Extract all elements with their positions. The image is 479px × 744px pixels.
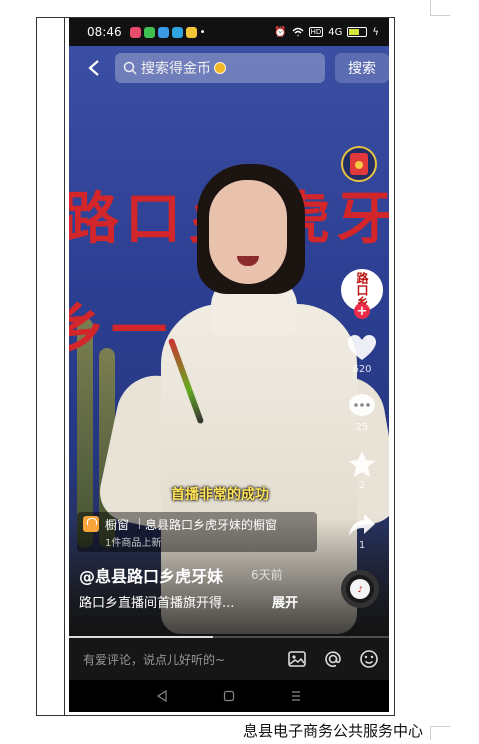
share-button[interactable]: 1 xyxy=(339,512,385,551)
wifi-icon xyxy=(292,27,304,37)
heart-icon xyxy=(348,335,376,360)
status-bar: 08:46 • ⏰ HD 4G ϟ xyxy=(69,18,389,46)
nav-home-icon[interactable] xyxy=(223,690,235,702)
corner-mark-top xyxy=(430,0,450,16)
image-icon[interactable] xyxy=(287,649,307,669)
person-face xyxy=(209,180,287,284)
share-icon xyxy=(349,514,375,536)
hd-icon: HD xyxy=(308,27,324,37)
shop-window-card[interactable]: 橱窗 息县路口乡虎牙妹的橱窗 1件商品上新 xyxy=(77,512,317,552)
red-envelope-icon xyxy=(350,153,368,175)
like-button[interactable]: 620 xyxy=(339,334,385,375)
comment-bar: 有爱评论，说点儿好听的~ xyxy=(69,638,389,680)
author-name[interactable]: @息县路口乡虎牙妹 xyxy=(79,563,223,587)
alarm-icon: ⏰ xyxy=(274,26,287,38)
app-icon-red xyxy=(129,26,141,38)
app-icon-green xyxy=(143,26,155,38)
comment-input[interactable]: 有爱评论，说点儿好听的~ xyxy=(83,651,225,668)
shopping-bag-icon xyxy=(83,516,99,532)
like-count: 620 xyxy=(352,364,372,375)
comment-button[interactable]: 25 xyxy=(339,392,385,433)
signal-icon: 4G xyxy=(328,26,343,38)
coin-icon xyxy=(214,62,226,74)
shop-label: 橱窗 xyxy=(105,518,130,532)
more-notifications-dot: • xyxy=(199,26,206,38)
back-button[interactable] xyxy=(77,51,111,85)
emoji-icon[interactable] xyxy=(359,649,379,669)
nav-menu-icon[interactable] xyxy=(290,690,302,702)
app-icon-yellow xyxy=(185,26,197,38)
chevron-left-icon xyxy=(88,60,99,76)
comment-icon xyxy=(349,394,375,416)
music-disc-button[interactable]: ♪ xyxy=(341,570,379,608)
follow-button[interactable]: + xyxy=(354,303,370,319)
battery-icon xyxy=(347,27,368,37)
video-subtitle: 首播非常的成功 xyxy=(171,487,269,503)
document-footer: 息县电子商务公共服务中心 xyxy=(243,722,424,740)
table-column-divider xyxy=(64,17,65,716)
mention-icon[interactable] xyxy=(323,649,343,669)
shop-divider xyxy=(139,518,140,529)
search-input[interactable]: 搜索得金币 xyxy=(115,53,325,83)
star-icon xyxy=(349,451,375,477)
status-time: 08:46 xyxy=(87,25,122,39)
shop-subtitle: 1件商品上新 xyxy=(105,538,162,549)
comment-count: 25 xyxy=(355,422,369,433)
search-placeholder: 搜索得金币 xyxy=(141,61,211,77)
favorite-button[interactable]: 2 xyxy=(339,450,385,491)
post-time: 6天前 xyxy=(251,568,283,582)
post-caption: 路口乡直播间首播旗开得... xyxy=(79,596,235,611)
charging-icon: ϟ xyxy=(372,26,379,38)
corner-mark-bottom xyxy=(430,726,450,740)
nav-back-icon[interactable] xyxy=(156,690,168,702)
share-count: 1 xyxy=(358,540,366,551)
search-button[interactable]: 搜索 xyxy=(335,53,389,83)
red-packet-button[interactable] xyxy=(341,146,377,182)
favorite-count: 2 xyxy=(358,480,366,491)
document-page: 08:46 • ⏰ HD 4G ϟ 路口乡 虎牙妹 乡一 xyxy=(0,0,479,744)
top-bar: 搜索得金币 搜索 xyxy=(69,46,389,90)
shop-name: 息县路口乡虎牙妹的橱窗 xyxy=(145,518,278,532)
search-icon xyxy=(123,61,137,75)
music-disc-avatar: ♪ xyxy=(350,579,370,599)
app-icon-telegram xyxy=(171,26,183,38)
app-icon-blue xyxy=(157,26,169,38)
phone-screenshot: 08:46 • ⏰ HD 4G ϟ 路口乡 虎牙妹 乡一 xyxy=(69,18,389,712)
banner-text-line2: 乡一 xyxy=(69,298,173,364)
expand-button[interactable]: 展开 xyxy=(272,592,298,611)
system-nav-bar xyxy=(69,680,389,712)
